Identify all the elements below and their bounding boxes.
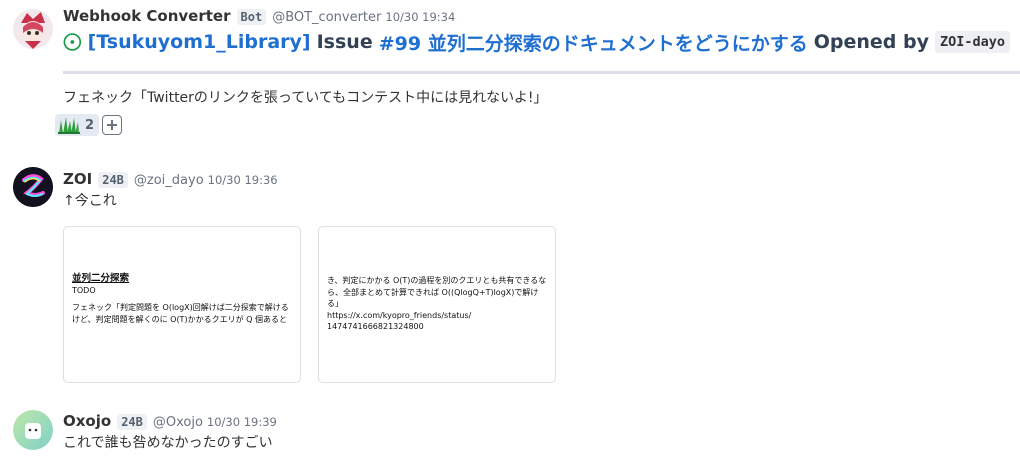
message-zoi: ZOI 24B @zoi_dayo 10/30 19:36 ↑今これ 並列二分探… <box>0 160 1020 400</box>
attachment-card[interactable]: き、判定にかかる O(T)の過程を別のクエリとも共有できるな ら、全部まとめて計… <box>318 226 556 383</box>
author-name[interactable]: ZOI <box>63 170 92 188</box>
avatar[interactable] <box>13 167 53 207</box>
author-name[interactable]: Oxojo <box>63 412 111 430</box>
issue-label: Issue <box>316 31 373 53</box>
stamp-count: 2 <box>85 117 95 133</box>
avatar[interactable] <box>13 9 53 49</box>
card-line: けど、判定問題を解くのに O(T)かかるクエリが Q 個あると <box>72 314 287 324</box>
card-line: ら、全部まとめて計算できれば O((QlogQ+T)logX)で解ける」 <box>327 287 539 309</box>
opened-by-label: Opened by <box>813 31 929 53</box>
grass-icon <box>58 117 80 134</box>
author-handle[interactable]: @BOT_converter <box>272 10 381 25</box>
author-handle[interactable]: @Oxojo <box>153 415 203 430</box>
message-oxojo: Oxojo 24B @Oxojo 10/30 19:39 これで誰も咎めなかった… <box>0 400 1020 462</box>
author-handle[interactable]: @zoi_dayo <box>134 173 204 188</box>
card-subtitle: TODO <box>72 285 96 295</box>
attachment-card[interactable]: 並列二分探索 TODO フェネック「判定問題を O(logX)回解けば二分探索で… <box>63 226 301 383</box>
card-title: 並列二分探索 <box>72 273 130 284</box>
message-webhook: Webhook Converter Bot @BOT_converter 10/… <box>0 0 1020 150</box>
timestamp: 10/30 19:36 <box>207 173 278 187</box>
repo-link[interactable]: [Tsukuyom1_Library] <box>88 31 311 53</box>
issue-author-code: ZOI-dayo <box>934 31 1010 53</box>
card-line: フェネック「判定問題を O(logX)回解けば二分探索で解ける <box>72 303 289 312</box>
grade-badge: 24B <box>98 172 128 188</box>
bot-badge: Bot <box>236 9 267 25</box>
message-text: ↑今これ <box>63 193 117 209</box>
message-text: フェネック「Twitterのリンクを張っていてもコンテスト中には見れないよ!」 <box>63 90 548 106</box>
message-text: これで誰も咎めなかったのすごい <box>63 435 273 451</box>
timestamp: 10/30 19:39 <box>206 415 277 429</box>
issue-embed: [Tsukuyom1_Library] Issue #99 並列二分探索のドキュ… <box>63 27 1010 57</box>
timestamp: 10/30 19:34 <box>385 10 456 24</box>
divider <box>63 71 1020 74</box>
issue-open-icon <box>63 33 82 51</box>
card-line: き、判定にかかる O(T)の過程を別のクエリとも共有できるな <box>327 276 547 285</box>
avatar[interactable] <box>13 410 53 450</box>
stamp-reaction[interactable]: 2 <box>55 114 100 136</box>
grade-badge: 24B <box>117 414 147 430</box>
card-link: 1474741666821324800 <box>327 322 424 331</box>
author-name[interactable]: Webhook Converter <box>63 7 231 25</box>
issue-title-link[interactable]: #99 並列二分探索のドキュメントをどうにかする <box>379 29 808 56</box>
add-stamp-button[interactable] <box>102 115 123 135</box>
card-link: https://x.com/kyopro_friends/status/ <box>327 310 472 320</box>
